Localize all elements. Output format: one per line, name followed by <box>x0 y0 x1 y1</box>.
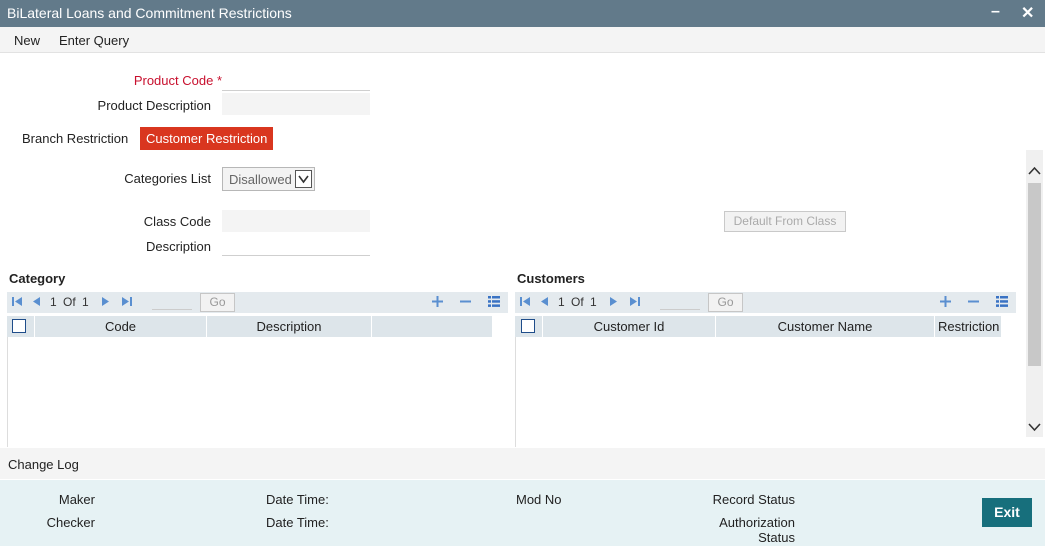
tab-customer-restriction[interactable]: Customer Restriction <box>140 127 274 150</box>
customers-grid-header: Customer Id Customer Name Restriction <box>515 316 1001 337</box>
mod-no-label: Mod No <box>516 492 562 507</box>
menu-new[interactable]: New <box>14 33 40 48</box>
scroll-down-icon[interactable] <box>1028 420 1041 435</box>
scroll-up-icon[interactable] <box>1028 164 1041 179</box>
customers-column-restriction[interactable]: Restriction <box>935 316 1001 337</box>
customers-column-customer-name[interactable]: Customer Name <box>716 316 935 337</box>
class-code-input[interactable] <box>222 210 370 232</box>
change-log-link[interactable]: Change Log <box>8 457 79 472</box>
categories-list-value: Disallowed <box>229 172 292 187</box>
customers-of-label: Of <box>571 295 584 309</box>
customers-pager: 1 Of 1 Go <box>515 292 1016 313</box>
minimize-icon[interactable]: – <box>991 3 1000 21</box>
category-grid-title: Category <box>9 271 66 286</box>
menu-enter-query[interactable]: Enter Query <box>59 33 129 48</box>
customers-grid-title: Customers <box>517 271 585 286</box>
customers-grid-body <box>515 337 1001 447</box>
window-title: BiLateral Loans and Commitment Restricti… <box>7 5 292 21</box>
last-page-icon[interactable] <box>629 295 641 311</box>
add-row-icon[interactable] <box>431 295 444 311</box>
category-page-input[interactable] <box>152 294 192 310</box>
description-label: Description <box>145 239 211 254</box>
add-row-icon[interactable] <box>939 295 952 311</box>
window-titlebar: BiLateral Loans and Commitment Restricti… <box>0 0 1045 27</box>
authorization-status-label-line1: Authorization <box>719 515 795 530</box>
category-grid-header: Code Description <box>7 316 492 337</box>
category-pager: 1 Of 1 Go <box>7 292 508 313</box>
product-description-input[interactable] <box>222 93 370 115</box>
category-select-all-checkbox[interactable] <box>12 319 26 333</box>
maker-date-time-label: Date Time: <box>266 492 329 507</box>
delete-row-icon[interactable] <box>459 295 472 311</box>
single-view-icon[interactable] <box>487 295 501 311</box>
tab-branch-restriction[interactable]: Branch Restriction <box>16 127 134 150</box>
checker-label: Checker <box>46 515 95 530</box>
previous-page-icon[interactable] <box>31 295 41 311</box>
product-code-label-text: Product Code <box>133 73 214 88</box>
customers-total-pages: 1 <box>590 295 597 309</box>
product-code-input[interactable] <box>222 69 370 91</box>
product-description-label: Product Description <box>97 98 211 113</box>
category-grid-body <box>7 337 508 447</box>
next-page-icon[interactable] <box>101 295 111 311</box>
category-column-description[interactable]: Description <box>207 316 372 337</box>
customers-go-button[interactable]: Go <box>708 293 743 312</box>
chevron-down-icon[interactable] <box>295 170 312 188</box>
customers-page-input[interactable] <box>660 294 700 310</box>
maker-label: Maker <box>58 492 95 507</box>
audit-footer: Maker Checker Date Time: Date Time: Mod … <box>0 480 1045 546</box>
close-icon[interactable]: ✕ <box>1021 3 1034 23</box>
exit-button[interactable]: Exit <box>982 498 1032 527</box>
change-log-bar: Change Log <box>0 448 1045 479</box>
category-column-code[interactable]: Code <box>35 316 207 337</box>
class-code-label: Class Code <box>143 214 211 229</box>
customers-select-all-checkbox[interactable] <box>521 319 535 333</box>
delete-row-icon[interactable] <box>967 295 980 311</box>
first-page-icon[interactable] <box>11 295 23 311</box>
categories-list-select[interactable]: Disallowed <box>222 167 315 191</box>
customers-current-page: 1 <box>558 295 565 309</box>
last-page-icon[interactable] <box>121 295 133 311</box>
next-page-icon[interactable] <box>609 295 619 311</box>
previous-page-icon[interactable] <box>539 295 549 311</box>
authorization-status-label-line2: Status <box>758 530 795 545</box>
vertical-scrollbar[interactable] <box>1026 150 1043 437</box>
product-code-label: Product Code * <box>134 73 222 88</box>
category-total-pages: 1 <box>82 295 89 309</box>
checker-date-time-label: Date Time: <box>266 515 329 530</box>
single-view-icon[interactable] <box>995 295 1009 311</box>
record-status-label: Record Status <box>712 492 795 507</box>
default-from-class-button[interactable]: Default From Class <box>724 211 846 232</box>
category-of-label: Of <box>63 295 76 309</box>
customers-column-customer-id[interactable]: Customer Id <box>543 316 716 337</box>
menu-bar: New Enter Query <box>0 27 1045 53</box>
scrollbar-thumb[interactable] <box>1028 183 1041 366</box>
description-input[interactable] <box>222 234 370 256</box>
category-current-page: 1 <box>50 295 57 309</box>
category-go-button[interactable]: Go <box>200 293 235 312</box>
first-page-icon[interactable] <box>519 295 531 311</box>
categories-list-label: Categories List <box>124 171 211 186</box>
